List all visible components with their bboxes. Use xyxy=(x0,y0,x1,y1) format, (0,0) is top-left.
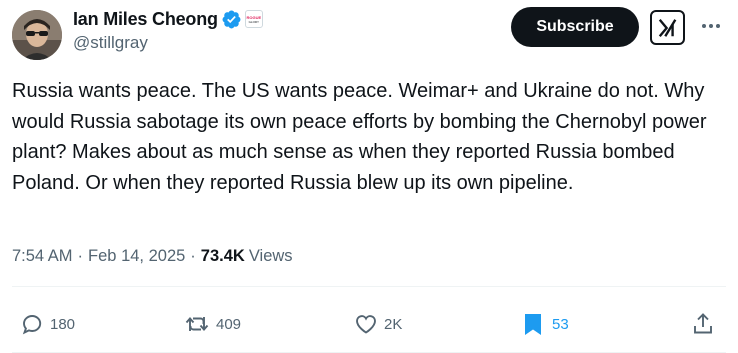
grok-icon[interactable] xyxy=(650,10,685,45)
repost-icon xyxy=(185,317,209,331)
affiliation-badge[interactable]: ROGUE GLORY xyxy=(244,10,263,28)
reply-button[interactable]: 180 xyxy=(20,307,75,341)
like-count: 2K xyxy=(384,315,403,333)
author-handle[interactable]: @stillgray xyxy=(73,33,263,53)
meta-separator: · xyxy=(190,247,196,265)
tweet-time[interactable]: 7:54 AM xyxy=(12,247,73,266)
tweet-date[interactable]: Feb 14, 2025 xyxy=(88,247,185,266)
author-identity: Ian Miles Cheong ROGUE GLORY @stillgray xyxy=(73,8,263,53)
reply-count: 180 xyxy=(50,315,76,333)
meta-separator: · xyxy=(77,247,84,265)
tweet-header: Ian Miles Cheong ROGUE GLORY @stillgray … xyxy=(12,6,726,62)
tweet-actions: 180 409 2K 53 xyxy=(12,307,726,341)
views-count[interactable]: 73.4K xyxy=(201,247,245,266)
share-icon xyxy=(694,313,712,334)
divider xyxy=(12,286,726,287)
bookmark-button[interactable]: 53 xyxy=(522,307,569,341)
verified-badge-icon[interactable] xyxy=(221,9,242,30)
tweet-metadata: 7:54 AM · Feb 14, 2025 · 73.4K Views xyxy=(12,247,293,266)
share-button[interactable] xyxy=(692,307,714,341)
repost-count: 409 xyxy=(216,315,242,333)
like-button[interactable]: 2K xyxy=(354,307,402,341)
author-avatar[interactable] xyxy=(12,10,62,60)
subscribe-button[interactable]: Subscribe xyxy=(511,7,639,47)
bookmark-count: 53 xyxy=(552,315,569,333)
repost-button[interactable]: 409 xyxy=(184,307,241,341)
bookmark-icon xyxy=(525,314,541,335)
reply-icon xyxy=(22,315,42,335)
heart-icon xyxy=(356,315,376,334)
views-label[interactable]: Views xyxy=(249,247,293,266)
tweet-text: Russia wants peace. The US wants peace. … xyxy=(12,80,707,194)
more-icon[interactable] xyxy=(698,13,724,39)
author-display-name[interactable]: Ian Miles Cheong xyxy=(73,9,218,30)
